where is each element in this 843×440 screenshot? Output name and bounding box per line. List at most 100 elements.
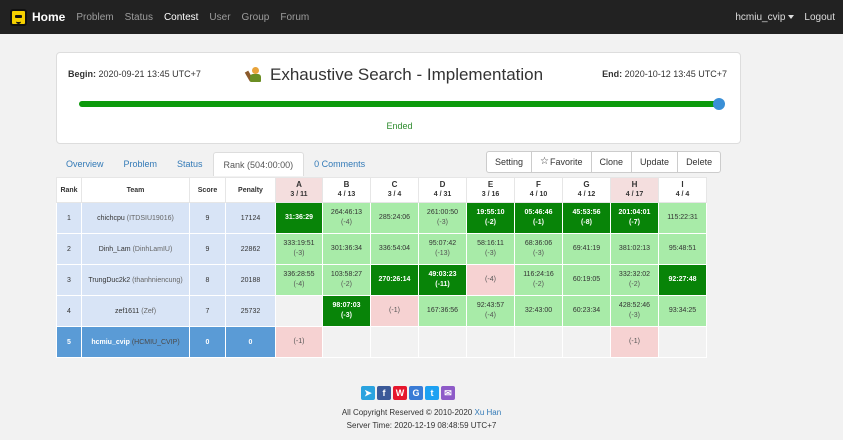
team-cell[interactable]: zef1611 (Zef) (81, 295, 190, 327)
problem-result-cell[interactable]: (-1) (370, 295, 419, 327)
update-button[interactable]: Update (631, 151, 679, 173)
clone-button[interactable]: Clone (590, 151, 633, 173)
problem-result-cell[interactable]: 92:43:57 (-4) (466, 295, 515, 327)
team-cell[interactable]: hcmiu_cvip (HCMIU_CVIP) (81, 326, 190, 358)
problem-result-cell[interactable]: 68:36:06 (-3) (514, 233, 563, 265)
problem-result-cell[interactable]: (-1) (610, 326, 659, 358)
header-problem-e[interactable]: E 3 / 16 (466, 177, 515, 203)
nav-link-group[interactable]: Group (242, 12, 270, 23)
header-problem-b[interactable]: B 4 / 13 (322, 177, 371, 203)
delete-button[interactable]: Delete (677, 151, 722, 173)
problem-result-cell[interactable]: (-1) (275, 326, 323, 358)
header-problem-c[interactable]: C 3 / 4 (370, 177, 419, 203)
tab-problem[interactable]: Problem (114, 152, 168, 176)
contest-tabs: Overview Problem Status Rank (504:00:00)… (56, 152, 375, 176)
problem-result-cell[interactable]: 60:23:34 (562, 295, 611, 327)
header-penalty[interactable]: Penalty (225, 177, 276, 203)
problem-result-cell[interactable]: 49:03:23 (-11) (418, 264, 467, 296)
problem-result-cell[interactable]: (-4) (466, 264, 515, 296)
problem-result-cell[interactable]: 103:58:27 (-2) (322, 264, 371, 296)
problem-result-cell[interactable]: 332:32:02 (-2) (610, 264, 659, 296)
facebook-icon[interactable]: f (377, 386, 391, 400)
problem-result-cell[interactable]: 58:16:11 (-3) (466, 233, 515, 265)
problem-result-cell[interactable]: 261:00:50 (-3) (418, 202, 467, 234)
problem-result-cell[interactable]: 264:46:13 (-4) (322, 202, 371, 234)
header-problem-h[interactable]: H 4 / 17 (610, 177, 659, 203)
problem-result-cell[interactable]: 60:19:05 (562, 264, 611, 296)
team-cell[interactable]: Dinh_Lam (DinhLamIU) (81, 233, 190, 265)
problem-result-cell[interactable]: 31:36:29 (275, 202, 323, 234)
email-icon[interactable]: ✉ (441, 386, 455, 400)
author-link[interactable]: Xu Han (474, 408, 501, 417)
tab-overview[interactable]: Overview (56, 152, 114, 176)
problem-result-cell[interactable]: 301:36:34 (322, 233, 371, 265)
wrong-tries: (-2) (485, 219, 496, 226)
twitter-icon[interactable]: t (425, 386, 439, 400)
favorite-button[interactable]: ☆ Favorite (531, 151, 592, 173)
problem-result-cell[interactable]: 32:43:00 (514, 295, 563, 327)
solve-time: 381:02:13 (618, 245, 651, 252)
header-problem-a[interactable]: A 3 / 11 (275, 177, 323, 203)
setting-button[interactable]: Setting (486, 151, 533, 173)
problem-result-cell[interactable]: 381:02:13 (610, 233, 659, 265)
header-problem-d[interactable]: D 4 / 31 (418, 177, 467, 203)
problem-result-cell[interactable]: 116:24:16 (-2) (514, 264, 563, 296)
nav-link-status[interactable]: Status (125, 12, 153, 23)
problem-result-cell[interactable]: 93:34:25 (658, 295, 707, 327)
problem-result-cell[interactable]: 336:28:55 (-4) (275, 264, 323, 296)
problem-result-cell[interactable]: 285:24:06 (370, 202, 419, 234)
tab-comments[interactable]: 0 Comments (304, 152, 375, 176)
nav-link-contest[interactable]: Contest (164, 12, 198, 23)
tab-rank[interactable]: Rank (504:00:00) (212, 152, 305, 176)
brand-link[interactable]: Home (10, 8, 65, 26)
problem-result-cell[interactable]: 115:22:31 (658, 202, 707, 234)
contest-progress-handle[interactable] (713, 98, 725, 110)
header-problem-f[interactable]: F 4 / 10 (514, 177, 563, 203)
problem-ratio: 3 / 4 (387, 191, 402, 198)
copyright-text: All Copyright Reserved © 2010-2020 (341, 408, 473, 417)
problem-result-cell[interactable]: 98:07:03 (-3) (322, 295, 371, 327)
team-cell[interactable]: chichcpu (ITDSIU19016) (81, 202, 190, 234)
header-rank[interactable]: Rank (56, 177, 82, 203)
team-username[interactable]: Dinh_Lam (99, 246, 131, 253)
problem-result-cell[interactable]: 45:53:56 (-8) (562, 202, 611, 234)
header-score[interactable]: Score (189, 177, 226, 203)
tab-status[interactable]: Status (167, 152, 213, 176)
nav-link-problem[interactable]: Problem (76, 12, 113, 23)
solve-time: 31:36:29 (284, 214, 314, 221)
nav-link-forum[interactable]: Forum (280, 12, 309, 23)
contest-progress-fill (79, 101, 719, 107)
team-username[interactable]: chichcpu (97, 215, 125, 222)
team-cell[interactable]: TrungDuc2k2 (thanhniencung) (81, 264, 190, 296)
team-username[interactable]: zef1611 (115, 308, 139, 315)
solve-time: 60:23:34 (572, 307, 601, 314)
problem-result-cell[interactable]: 95:07:42 (-13) (418, 233, 467, 265)
favorite-label: Favorite (550, 157, 583, 167)
google-icon[interactable]: G (409, 386, 423, 400)
problem-result-cell[interactable]: 69:41:19 (562, 233, 611, 265)
problem-result-cell[interactable]: 95:48:51 (658, 233, 707, 265)
problem-result-cell[interactable]: 333:19:51 (-3) (275, 233, 323, 265)
solve-time: 264:46:13 (330, 209, 363, 216)
user-menu[interactable]: hcmiu_cvip (735, 12, 795, 23)
telegram-icon[interactable]: ➤ (361, 386, 375, 400)
problem-result-cell[interactable]: 201:04:01 (-7) (610, 202, 659, 234)
rank-table: Rank Team Score Penalty A3 / 11 B4 / 13 … (56, 177, 707, 358)
problem-result-cell[interactable]: 428:52:46 (-3) (610, 295, 659, 327)
problem-result-cell[interactable]: 92:27:48 (658, 264, 707, 296)
header-team[interactable]: Team (81, 177, 190, 203)
nav-link-user[interactable]: User (209, 12, 230, 23)
header-problem-i[interactable]: I 4 / 4 (658, 177, 707, 203)
penalty-cell: 0 (225, 326, 276, 358)
solve-time: 93:34:25 (668, 307, 697, 314)
logout-link[interactable]: Logout (804, 12, 835, 23)
team-username[interactable]: TrungDuc2k2 (88, 277, 130, 284)
weibo-icon[interactable]: W (393, 386, 407, 400)
header-problem-g[interactable]: G 4 / 12 (562, 177, 611, 203)
problem-result-cell[interactable]: 05:46:46 (-1) (514, 202, 563, 234)
team-username[interactable]: hcmiu_cvip (91, 339, 130, 346)
problem-result-cell[interactable]: 336:54:04 (370, 233, 419, 265)
problem-result-cell[interactable]: 270:26:14 (370, 264, 419, 296)
problem-result-cell[interactable]: 19:55:10 (-2) (466, 202, 515, 234)
problem-result-cell[interactable]: 167:36:56 (418, 295, 467, 327)
